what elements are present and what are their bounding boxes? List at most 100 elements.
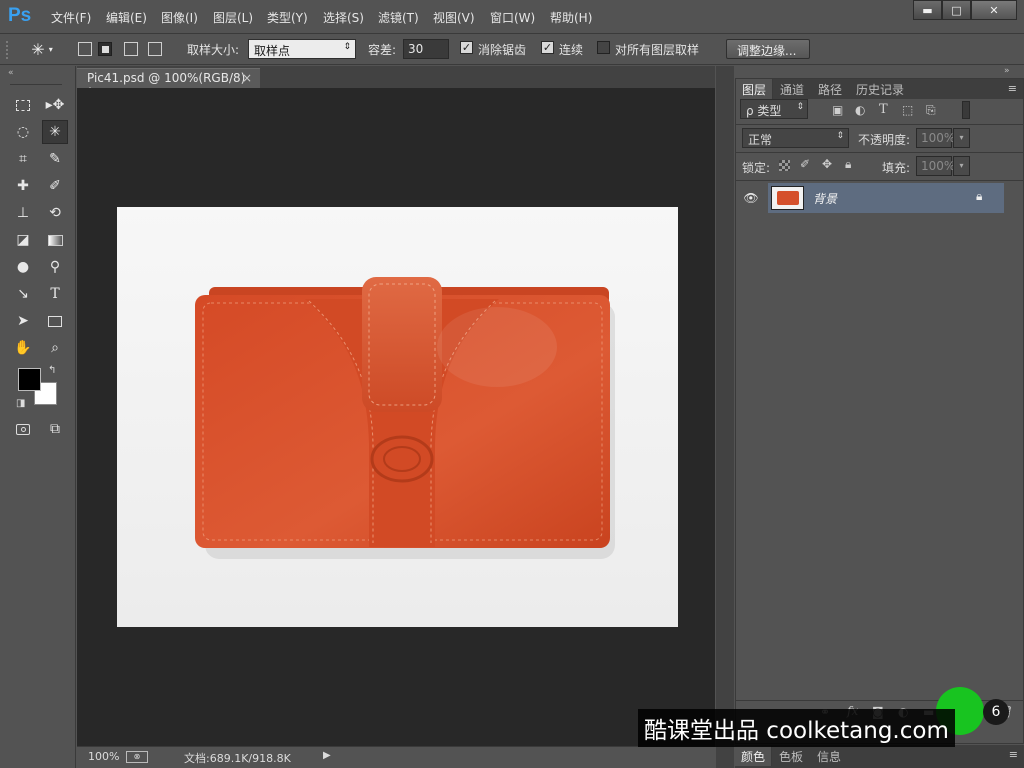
- eraser-icon[interactable]: ◪: [10, 228, 36, 252]
- grip-handle[interactable]: [6, 41, 12, 59]
- magic-wand-tool-icon[interactable]: ✳: [42, 120, 68, 144]
- lock-pixels-icon[interactable]: ✐: [800, 157, 810, 171]
- layer-filter-dropdown[interactable]: ρ 类型 ⇕: [740, 99, 808, 119]
- blend-mode-dropdown[interactable]: 正常 ⇕: [742, 128, 849, 148]
- refine-edge-button[interactable]: 调整边缘...: [726, 39, 810, 59]
- lock-transparency-icon[interactable]: [779, 160, 790, 171]
- swap-colors-icon[interactable]: ↰: [48, 365, 56, 376]
- menu-help[interactable]: 帮助(H): [550, 9, 592, 26]
- tab-paths[interactable]: 路径: [812, 79, 848, 99]
- zoom-icon[interactable]: ⌕: [42, 336, 68, 360]
- status-menu-arrow-icon[interactable]: ▶: [323, 750, 331, 761]
- zoom-level[interactable]: 100%: [88, 750, 119, 763]
- default-colors-icon[interactable]: ◨: [16, 398, 25, 409]
- fill-dropdown-icon[interactable]: ▾: [953, 156, 970, 176]
- filter-pixel-icon[interactable]: ▣: [832, 103, 843, 117]
- pen-icon[interactable]: ↘: [10, 282, 36, 306]
- opacity-dropdown-icon[interactable]: ▾: [953, 128, 970, 148]
- gradient-icon[interactable]: [42, 228, 68, 252]
- dodge-icon[interactable]: ⚲: [42, 255, 68, 279]
- crop-icon[interactable]: ⌗: [10, 147, 36, 171]
- menu-file[interactable]: 文件(F): [51, 9, 91, 26]
- document-info: 文档:689.1K/918.8K: [184, 752, 291, 765]
- tab-color[interactable]: 颜色: [735, 746, 773, 766]
- tolerance-input[interactable]: 30: [403, 39, 449, 59]
- foreground-color-swatch[interactable]: [18, 368, 41, 391]
- history-brush-icon[interactable]: ⟲: [42, 201, 68, 225]
- options-bar: ✳ ▾ 取样大小: 取样点 ⇕ 容差: 30 ✓ 消除锯齿 ✓ 连续 对所有图层取样…: [0, 35, 1024, 65]
- opacity-label: 不透明度:: [858, 133, 911, 147]
- add-selection-icon[interactable]: [98, 42, 112, 56]
- lock-position-icon[interactable]: ✥: [822, 157, 832, 171]
- layer-name[interactable]: 背景: [813, 190, 837, 207]
- opacity-input[interactable]: 100%: [916, 128, 955, 148]
- filter-shape-icon[interactable]: ⬚: [902, 103, 913, 117]
- menu-filter[interactable]: 滤镜(T): [378, 9, 419, 26]
- layer-row-background[interactable]: 背景 🔒︎: [768, 183, 1004, 213]
- sample-all-layers-checkbox[interactable]: [597, 41, 610, 54]
- filter-toggle-icon[interactable]: [962, 101, 970, 119]
- new-selection-icon[interactable]: [78, 42, 92, 56]
- menu-layer[interactable]: 图层(L): [213, 9, 253, 26]
- menu-window[interactable]: 窗口(W): [490, 9, 535, 26]
- status-bar: 100% ⊗ 文档:689.1K/918.8K ▶: [77, 746, 715, 768]
- move-tool-icon[interactable]: ▸✥: [42, 93, 68, 117]
- filter-adjustment-icon[interactable]: ◐: [855, 103, 865, 117]
- status-preview-icon[interactable]: ⊗: [126, 751, 148, 763]
- maximize-button[interactable]: □: [942, 0, 971, 20]
- antialias-checkbox[interactable]: ✓: [460, 41, 473, 54]
- subtract-selection-icon[interactable]: [124, 42, 138, 56]
- fill-input[interactable]: 100%: [916, 156, 955, 176]
- close-button[interactable]: ✕: [971, 0, 1017, 20]
- visibility-eye-icon[interactable]: 👁︎: [736, 183, 766, 213]
- tab-history[interactable]: 历史记录: [850, 79, 910, 99]
- contiguous-label: 连续: [559, 43, 584, 57]
- tab-layers[interactable]: 图层: [736, 79, 774, 99]
- filter-type-icon[interactable]: T: [879, 102, 888, 117]
- lock-all-icon[interactable]: 🔒︎: [845, 157, 851, 172]
- collapse-panels-icon[interactable]: »: [1004, 66, 1010, 76]
- eyedropper-icon[interactable]: ✎: [42, 147, 68, 171]
- sample-all-layers-label: 对所有图层取样: [615, 43, 700, 57]
- panel-menu-icon[interactable]: ≡: [1008, 82, 1017, 95]
- filter-smart-object-icon[interactable]: ⎘: [926, 103, 936, 118]
- contiguous-checkbox[interactable]: ✓: [541, 41, 554, 54]
- panel-divider: [736, 152, 1023, 153]
- tab-swatches[interactable]: 色板: [773, 746, 809, 766]
- type-tool-icon[interactable]: T: [42, 282, 68, 306]
- panel-dock-strip: [716, 66, 734, 768]
- healing-brush-icon[interactable]: ✚: [10, 174, 36, 198]
- panel-menu-icon[interactable]: ≡: [1009, 748, 1018, 761]
- lasso-icon[interactable]: ◌: [10, 120, 36, 144]
- panel-tabs: 图层 通道 路径 历史记录 ≡: [736, 79, 1023, 99]
- layers-panel: 图层 通道 路径 历史记录 ≡ ρ 类型 ⇕ ▣ ◐ T ⬚ ⎘ 正常 ⇕ 不透明度…: [735, 78, 1024, 744]
- document-tab[interactable]: Pic41.psd @ 100%(RGB/8) * ×: [77, 68, 260, 99]
- path-selection-icon[interactable]: ➤: [10, 309, 36, 333]
- rectangle-shape-icon[interactable]: [42, 309, 68, 333]
- tolerance-label: 容差:: [368, 43, 397, 57]
- tools-panel: « ▸✥ ◌ ✳ ⌗ ✎ ✚ ✐ ⊥ ⟲ ◪ ● ⚲ ↘ T ➤ ✋ ⌕ ↰ ◨…: [0, 66, 76, 768]
- quick-mask-icon[interactable]: [10, 417, 36, 441]
- menu-select[interactable]: 选择(S): [323, 9, 364, 26]
- intersect-selection-icon[interactable]: [148, 42, 162, 56]
- hand-icon[interactable]: ✋: [10, 336, 36, 360]
- magic-wand-icon[interactable]: ✳ ▾: [24, 38, 60, 60]
- tab-info[interactable]: 信息: [811, 746, 847, 766]
- menu-edit[interactable]: 编辑(E): [106, 9, 147, 26]
- blur-icon[interactable]: ●: [10, 255, 36, 279]
- minimize-button[interactable]: ▬: [913, 0, 942, 20]
- sample-size-dropdown[interactable]: 取样点 ⇕: [248, 39, 356, 59]
- screen-mode-icon[interactable]: ⧉: [42, 417, 68, 441]
- tab-channels[interactable]: 通道: [774, 79, 810, 99]
- tab-close-icon[interactable]: ×: [242, 71, 252, 85]
- menu-bar: Ps 文件(F) 编辑(E) 图像(I) 图层(L) 类型(Y) 选择(S) 滤…: [0, 0, 1024, 34]
- rectangular-marquee-icon[interactable]: [10, 93, 36, 117]
- clone-stamp-icon[interactable]: ⊥: [10, 201, 36, 225]
- menu-image[interactable]: 图像(I): [161, 9, 198, 26]
- collapse-toolbar-icon[interactable]: «: [8, 68, 14, 78]
- fill-label: 填充:: [882, 161, 911, 175]
- brush-icon[interactable]: ✐: [42, 174, 68, 198]
- document-image[interactable]: [117, 207, 678, 627]
- menu-view[interactable]: 视图(V): [433, 9, 475, 26]
- menu-type[interactable]: 类型(Y): [267, 9, 308, 26]
